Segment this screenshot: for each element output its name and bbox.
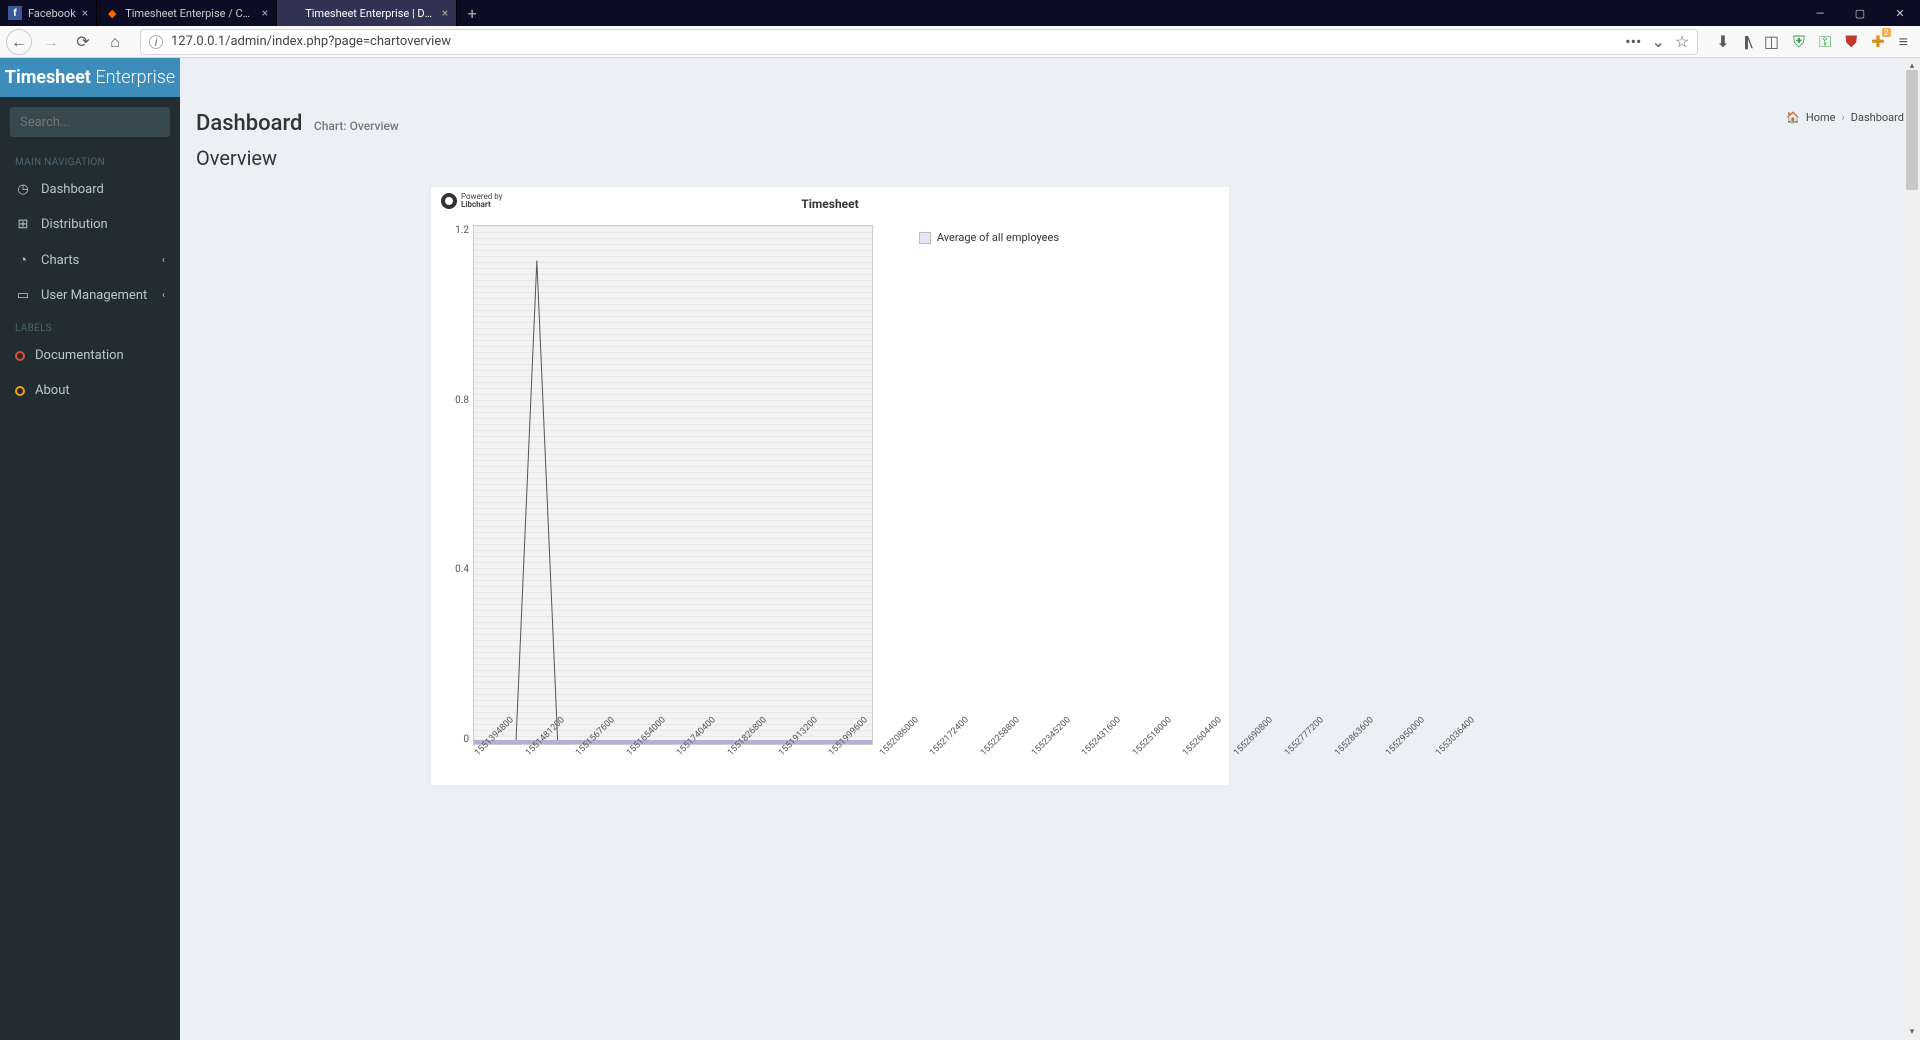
sidebar-item-label: Charts: [41, 253, 79, 268]
key-icon[interactable]: ⚿: [1819, 32, 1831, 52]
breadcrumb-sep: ›: [1841, 111, 1844, 124]
window-minimize-icon[interactable]: —: [1800, 0, 1840, 26]
scroll-down-icon[interactable]: ▾: [1904, 1024, 1920, 1040]
close-icon[interactable]: ×: [262, 6, 268, 20]
library-icon[interactable]: |||\: [1744, 32, 1750, 51]
sidebar-item-about[interactable]: About: [0, 373, 180, 408]
address-bar[interactable]: i ••• ⌄ ☆: [140, 29, 1698, 55]
chart-plot-area: [473, 225, 873, 745]
close-icon[interactable]: ×: [82, 6, 88, 20]
page-subtitle: Chart: Overview: [314, 119, 399, 133]
more-icon[interactable]: •••: [1625, 32, 1641, 51]
x-tick: 1552777200: [1283, 715, 1326, 758]
breadcrumb-home[interactable]: Home: [1806, 111, 1836, 124]
downloads-icon[interactable]: ⬇: [1716, 32, 1729, 51]
dashboard-icon: ◷: [15, 182, 31, 197]
section-title: Overview: [180, 136, 1920, 176]
y-tick: 0: [463, 734, 469, 745]
label-circle-icon: [15, 351, 25, 361]
chevron-left-icon: ‹: [162, 290, 165, 301]
window-restore-icon[interactable]: ▢: [1840, 0, 1880, 26]
reload-button[interactable]: ⟳: [70, 29, 96, 55]
browser-tab[interactable]: ◆ Timesheet Enterpise / Code / [… ×: [97, 0, 277, 26]
page-icon: [285, 6, 299, 20]
x-tick: 1552863600: [1333, 715, 1376, 758]
tab-title: Facebook: [28, 7, 76, 20]
x-tick: 1552690800: [1232, 715, 1275, 758]
shield-icon[interactable]: ⛨: [1793, 32, 1805, 52]
site-info-icon[interactable]: i: [149, 35, 163, 49]
adblock-icon[interactable]: ⛊: [1845, 32, 1857, 52]
forward-button[interactable]: →: [38, 29, 64, 55]
y-tick: 0.8: [455, 395, 469, 406]
tab-title: Timesheet Enterpise / Code / […: [125, 7, 256, 20]
legend-label: Average of all employees: [937, 231, 1059, 244]
x-tick: 1553036400: [1434, 715, 1477, 758]
chart-legend: Average of all employees: [919, 231, 1059, 244]
y-tick: 1.2: [455, 225, 469, 236]
sidebar-item-documentation[interactable]: Documentation: [0, 338, 180, 373]
sidebar-item-label: Dashboard: [41, 182, 104, 197]
tab-title: Timesheet Enterprise | Dashboard: [305, 7, 436, 20]
chart-title: Timesheet: [443, 197, 1217, 211]
chevron-left-icon: ‹: [162, 255, 165, 266]
pocket-icon[interactable]: ⌄: [1651, 32, 1664, 51]
breadcrumb-current: Dashboard: [1851, 111, 1904, 124]
sidebar-item-label: Documentation: [35, 348, 124, 363]
sourceforge-icon: ◆: [105, 6, 119, 20]
url-input[interactable]: [171, 34, 1617, 49]
home-button[interactable]: ⌂: [102, 29, 128, 55]
sidebar-icon[interactable]: ◫: [1764, 32, 1779, 51]
browser-tab[interactable]: f Facebook ×: [0, 0, 97, 26]
chart-container: Powered byLibchart Timesheet Average of …: [430, 186, 1230, 786]
legend-swatch-icon: [919, 232, 931, 244]
bookmark-star-icon[interactable]: ☆: [1675, 32, 1689, 51]
menu-icon[interactable]: ≡: [1899, 32, 1908, 52]
back-button[interactable]: ←: [6, 29, 32, 55]
vertical-scrollbar[interactable]: ▴ ▾: [1904, 58, 1920, 1040]
browser-toolbar: ← → ⟳ ⌂ i ••• ⌄ ☆ ⬇ |||\ ◫ ⛨ ⚿ ⛊ ✚2 ≡: [0, 26, 1920, 58]
label-circle-icon: [15, 386, 25, 396]
browser-tab-active[interactable]: Timesheet Enterprise | Dashboard ×: [277, 0, 457, 26]
sidebar-item-distribution[interactable]: ⊞ Distribution: [0, 207, 180, 242]
scrollbar-thumb[interactable]: [1906, 70, 1918, 190]
content-area: Dashboard Chart: Overview 🏠 Home › Dashb…: [180, 58, 1920, 1040]
piechart-icon: ◔: [15, 252, 31, 268]
new-tab-button[interactable]: +: [457, 0, 487, 26]
x-tick: 1552950000: [1384, 715, 1427, 758]
sidebar-item-label: About: [35, 383, 70, 398]
distribution-icon: ⊞: [15, 217, 31, 232]
chart-y-axis: 1.2 0.8 0.4 0: [443, 225, 473, 745]
chart-powered-label: Powered byLibchart: [441, 193, 502, 209]
sidebar-item-charts[interactable]: ◔ Charts ‹: [0, 242, 180, 278]
content-header: Dashboard Chart: Overview 🏠 Home › Dashb…: [180, 97, 1920, 136]
laptop-icon: ▭: [15, 288, 31, 303]
libchart-icon: [441, 193, 457, 209]
browser-tab-bar: f Facebook × ◆ Timesheet Enterpise / Cod…: [0, 0, 1920, 26]
home-icon: 🏠: [1786, 111, 1800, 124]
extension-badge-icon[interactable]: ✚2: [1871, 32, 1884, 51]
chart-x-axis: 1551394800155148120015515676001551654000…: [473, 745, 913, 755]
breadcrumb: 🏠 Home › Dashboard: [1786, 111, 1904, 124]
app-logo[interactable]: Timesheet Enterprise: [0, 67, 180, 88]
search-input[interactable]: [20, 115, 186, 130]
chart-line: [474, 226, 872, 744]
y-tick: 0.4: [455, 564, 469, 575]
nav-section-header: MAIN NAVIGATION: [0, 147, 180, 172]
window-close-icon[interactable]: ✕: [1880, 0, 1920, 26]
sidebar-item-label: Distribution: [41, 217, 108, 232]
search-input-wrap: 🔍: [10, 107, 170, 137]
nav-section-header: LABELS: [0, 313, 180, 338]
page-title: Dashboard Chart: Overview: [196, 111, 399, 136]
sidebar-item-dashboard[interactable]: ◷ Dashboard: [0, 172, 180, 207]
close-icon[interactable]: ×: [442, 6, 448, 20]
facebook-icon: f: [8, 6, 22, 20]
sidebar-item-label: User Management: [41, 288, 147, 303]
sidebar-item-user-management[interactable]: ▭ User Management ‹: [0, 278, 180, 313]
sidebar: 🔍 MAIN NAVIGATION ◷ Dashboard ⊞ Distribu…: [0, 58, 180, 1040]
